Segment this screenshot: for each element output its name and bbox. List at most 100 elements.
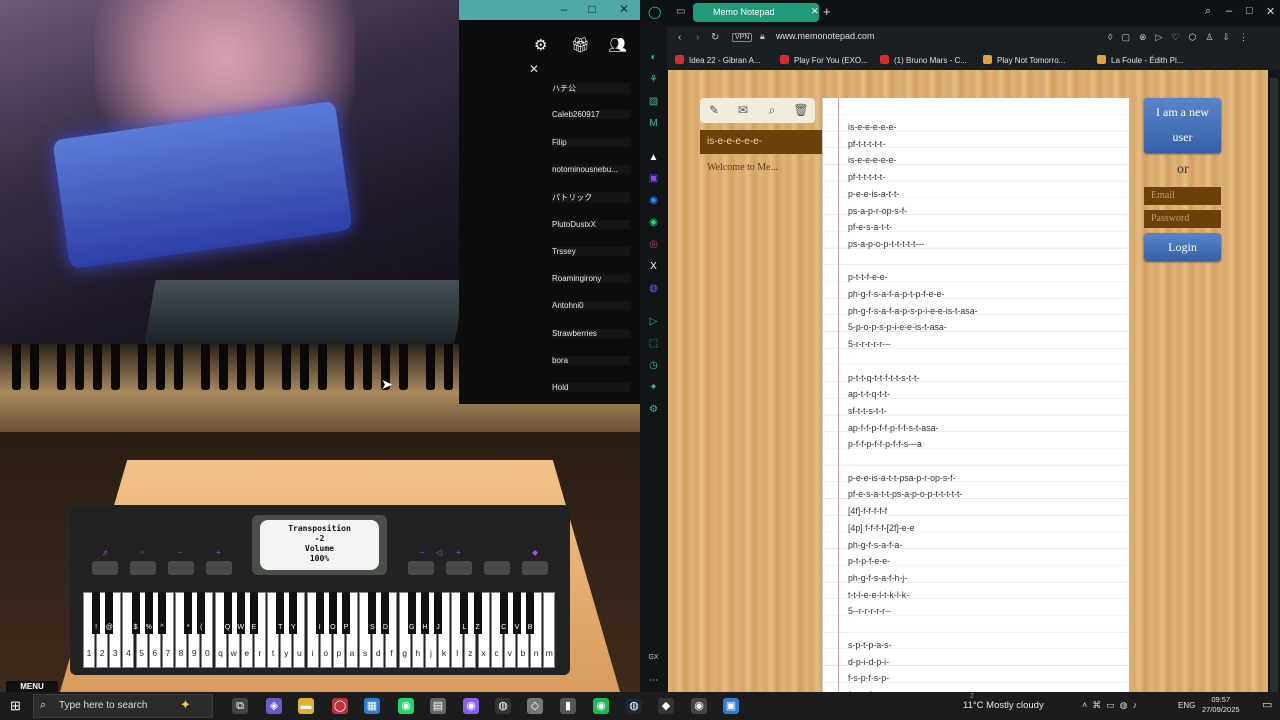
piano-button-2[interactable] bbox=[130, 561, 156, 575]
tab-memo-notepad[interactable]: Memo Notepad bbox=[693, 3, 819, 22]
discord-icon[interactable]: ◍ bbox=[647, 283, 660, 294]
generic-app-icon[interactable]: ◇ bbox=[527, 698, 543, 714]
spotify-icon[interactable]: ◉ bbox=[593, 698, 609, 714]
player-entry[interactable]: notominousnebu... bbox=[552, 164, 630, 174]
roblox-icon[interactable]: ◆ bbox=[658, 698, 674, 714]
bookmark-item[interactable]: Play Not Tomorro... bbox=[983, 55, 1065, 65]
back-icon[interactable]: ‹ bbox=[678, 32, 681, 43]
messenger-icon[interactable]: ◉ bbox=[463, 698, 479, 714]
clock[interactable]: 09:57 27/09/2025 bbox=[1202, 695, 1240, 715]
email-field[interactable]: Email bbox=[1144, 187, 1221, 205]
workspace-icon[interactable]: ⚘ bbox=[647, 74, 660, 85]
player-entry[interactable]: ハチ公 bbox=[552, 83, 630, 94]
forward-icon[interactable]: › bbox=[696, 32, 699, 43]
note-tab[interactable]: is-e-e-e-e-e- bbox=[700, 130, 822, 154]
piano-button-8[interactable] bbox=[522, 561, 548, 575]
weather-widget[interactable]: 11°C Mostly cloudy bbox=[963, 700, 1044, 711]
opera-gx-icon[interactable]: ◯ bbox=[332, 698, 348, 714]
more-icon[interactable]: ⋯ bbox=[647, 675, 660, 686]
task-view-icon[interactable]: ⧉ bbox=[232, 698, 248, 714]
windows-start-icon[interactable]: ⊞ bbox=[10, 699, 24, 713]
settings-icon[interactable]: ⚙ bbox=[647, 404, 660, 415]
aria-icon[interactable]: ◐ bbox=[647, 52, 660, 63]
menu-button[interactable]: MENU bbox=[6, 681, 58, 692]
history-icon[interactable]: ◷ bbox=[647, 360, 660, 371]
steam-app-icon[interactable]: ◍ bbox=[495, 698, 511, 714]
close-list-icon[interactable]: ✕ bbox=[529, 62, 539, 76]
new-user-button[interactable]: I am a new user bbox=[1144, 98, 1221, 153]
player-entry[interactable]: Strawberries bbox=[552, 328, 630, 338]
maximize-icon[interactable]: □ bbox=[585, 2, 599, 16]
player-entry[interactable]: Trssey bbox=[552, 246, 630, 256]
pencil-icon[interactable]: ✎ bbox=[705, 103, 723, 117]
box-icon[interactable]: ⬚ bbox=[647, 338, 660, 349]
player-entry[interactable]: Roamingirony bbox=[552, 274, 630, 284]
bookmark-item[interactable]: (1) Bruno Mars - C... bbox=[880, 55, 967, 65]
mail-icon[interactable]: ✉ bbox=[734, 103, 752, 117]
obs-icon[interactable]: ◉ bbox=[691, 698, 707, 714]
whatsapp-icon[interactable]: ◉ bbox=[647, 217, 660, 228]
notification-icon[interactable]: ▭ bbox=[1262, 698, 1272, 711]
piano-button-7[interactable] bbox=[484, 561, 510, 575]
vpn-badge[interactable]: VPN bbox=[732, 33, 753, 42]
player-entry[interactable]: Caleb260917 bbox=[552, 110, 630, 120]
password-field[interactable]: Password bbox=[1144, 210, 1221, 228]
roblox-studio-icon[interactable]: ▣ bbox=[723, 698, 739, 714]
reload-icon[interactable]: ↻ bbox=[711, 32, 719, 43]
player-entry[interactable]: Hold bbox=[552, 383, 630, 393]
bookmark-item[interactable]: La Foule - Édith Pi... bbox=[1097, 55, 1183, 65]
login-button[interactable]: Login bbox=[1144, 233, 1221, 261]
player-entry[interactable]: Antohni0 bbox=[552, 301, 630, 311]
language-indicator[interactable]: ENG bbox=[1178, 701, 1195, 710]
messenger-icon[interactable]: ◉ bbox=[647, 195, 660, 206]
file-explorer-icon[interactable]: ▬ bbox=[298, 698, 314, 714]
player-entry[interactable]: bora bbox=[552, 356, 630, 365]
generic-app-icon[interactable]: ▮ bbox=[560, 698, 576, 714]
opera-logo-icon[interactable]: ◯ bbox=[648, 5, 661, 19]
extensions-icon[interactable]: ✦ bbox=[647, 382, 660, 393]
m-icon[interactable]: M bbox=[647, 118, 660, 129]
x-icon[interactable]: X bbox=[647, 261, 660, 272]
player-entry[interactable]: PlutoDustxX bbox=[552, 219, 630, 229]
note-text[interactable]: is-e-e-e-e-e- pf-t-t-t-t-t- is-e-e-e-e-e… bbox=[848, 119, 978, 704]
volume-down-button[interactable] bbox=[408, 561, 434, 575]
bookmark-item[interactable]: Play For You (EXO... bbox=[780, 55, 868, 65]
player-entry[interactable]: パトリック bbox=[552, 192, 630, 204]
piano-button-1[interactable] bbox=[92, 561, 118, 575]
extension-icons[interactable]: ◊▢⊗▷♡⬡♙⇩⋮ bbox=[1108, 32, 1257, 43]
twitch-icon[interactable]: ▣ bbox=[647, 173, 660, 184]
player-icon[interactable]: ▷ bbox=[647, 316, 660, 327]
app-icon[interactable]: ▤ bbox=[430, 698, 446, 714]
pinboard-icon[interactable]: ▨ bbox=[647, 96, 660, 107]
friends-icon[interactable]: 👥︎ bbox=[608, 36, 627, 54]
gift-icon[interactable]: 🎁︎ bbox=[571, 36, 590, 54]
window-close-icon[interactable]: ✕ bbox=[1266, 5, 1275, 18]
url-field[interactable]: www.memonotepad.com bbox=[776, 31, 875, 41]
copilot-sparkle-icon[interactable]: ✦ bbox=[180, 697, 191, 713]
player-entry[interactable]: Filip bbox=[552, 137, 630, 147]
volume-up-button[interactable] bbox=[446, 561, 472, 575]
whatsapp-icon[interactable]: ◉ bbox=[398, 698, 414, 714]
instagram-icon[interactable]: ◎ bbox=[647, 239, 660, 250]
close-icon[interactable]: ✕ bbox=[617, 2, 631, 16]
steam-icon[interactable]: ◍ bbox=[626, 698, 642, 714]
arc-icon[interactable]: ▲ bbox=[647, 152, 660, 163]
bookmark-item[interactable]: Idea 22 - Gibran A... bbox=[675, 55, 761, 65]
welcome-note[interactable]: Welcome to Me... bbox=[707, 162, 778, 173]
search-icon[interactable]: ⌕ bbox=[1205, 5, 1211, 18]
window-minimize-icon[interactable]: – bbox=[1226, 5, 1232, 17]
gear-icon[interactable]: ⚙ bbox=[534, 36, 547, 54]
new-tab-icon[interactable]: + bbox=[823, 4, 831, 19]
search-icon[interactable]: ⌕ bbox=[763, 103, 781, 118]
trash-icon[interactable]: 🗑︎ bbox=[792, 103, 810, 117]
tab-close-icon[interactable]: ✕ bbox=[811, 6, 819, 17]
gx-icon[interactable]: GX bbox=[647, 654, 660, 661]
transpose-down-button[interactable] bbox=[168, 561, 194, 575]
minimize-icon[interactable]: – bbox=[557, 2, 571, 16]
window-maximize-icon[interactable]: □ bbox=[1246, 5, 1253, 17]
tray-icons[interactable]: ˄⌘▭◍♪ bbox=[1082, 700, 1142, 711]
tab-list-icon[interactable]: ▭ bbox=[676, 6, 685, 17]
store-icon[interactable]: ▦ bbox=[364, 698, 380, 714]
transpose-up-button[interactable] bbox=[206, 561, 232, 575]
copilot-icon[interactable]: ◈ bbox=[266, 698, 282, 714]
